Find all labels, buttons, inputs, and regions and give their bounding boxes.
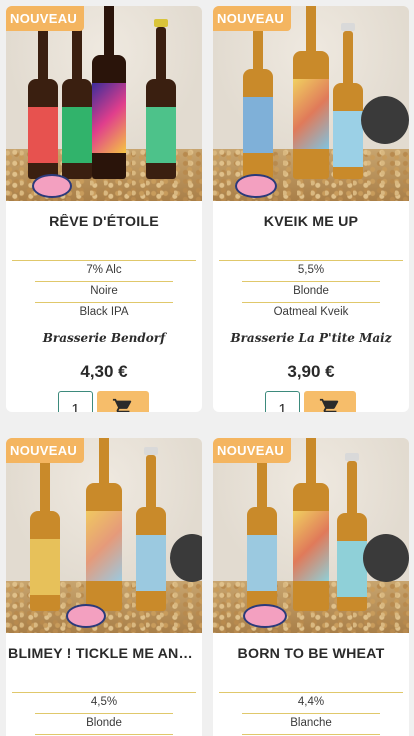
product-card[interactable]: NOUVEAU BLIMEY ! TICKLE ME AND... 4,5% B… <box>6 438 202 736</box>
product-price: 4,30 € <box>80 362 128 381</box>
alcohol-content: 4,4% <box>297 696 325 708</box>
product-photo[interactable]: NOUVEAU <box>6 6 202 201</box>
brewery-name[interactable]: Brasserie La P'tite Maiz <box>213 329 409 347</box>
product-photo[interactable]: NOUVEAU <box>213 6 409 201</box>
product-title[interactable]: KVEIK ME UP <box>213 214 409 234</box>
add-to-cart-form <box>6 391 202 412</box>
add-to-cart-button[interactable] <box>97 391 149 412</box>
alcohol-content: 7% Alc <box>86 264 122 276</box>
add-to-cart-form <box>213 391 409 412</box>
beer-color: Noire <box>90 285 118 297</box>
product-card[interactable]: NOUVEAU BORN TO BE WHEAT 4,4% Blanche We… <box>213 438 409 736</box>
product-price: 3,90 € <box>287 362 335 381</box>
product-title[interactable]: BLIMEY ! TICKLE ME AND... <box>6 646 202 666</box>
product-card[interactable]: NOUVEAU KVEIK ME UP 5,5% Blonde Oatmeal … <box>213 6 409 412</box>
beer-color: Blonde <box>293 285 329 297</box>
beer-color: Blanche <box>290 717 332 729</box>
new-badge: NOUVEAU <box>213 6 292 31</box>
product-title[interactable]: BORN TO BE WHEAT <box>213 646 409 666</box>
beer-style: Black IPA <box>79 306 129 318</box>
beer-style: Oatmeal Kveik <box>273 306 349 318</box>
cart-icon <box>112 397 134 412</box>
new-badge: NOUVEAU <box>213 438 292 463</box>
quantity-input[interactable] <box>265 391 300 412</box>
add-to-cart-button[interactable] <box>304 391 356 412</box>
product-card[interactable]: NOUVEAU RÊVE D'ÉTOILE 7% Alc Noire Black… <box>6 6 202 412</box>
alcohol-content: 5,5% <box>297 264 325 276</box>
beer-color: Blonde <box>86 717 122 729</box>
product-photo[interactable]: NOUVEAU <box>6 438 202 633</box>
product-photo[interactable]: NOUVEAU <box>213 438 409 633</box>
cart-icon <box>319 397 341 412</box>
brewery-name[interactable]: Brasserie Bendorf <box>6 329 202 347</box>
alcohol-content: 4,5% <box>90 696 118 708</box>
quantity-input[interactable] <box>58 391 93 412</box>
product-title[interactable]: RÊVE D'ÉTOILE <box>6 214 202 234</box>
new-badge: NOUVEAU <box>6 438 85 463</box>
new-badge: NOUVEAU <box>6 6 85 31</box>
